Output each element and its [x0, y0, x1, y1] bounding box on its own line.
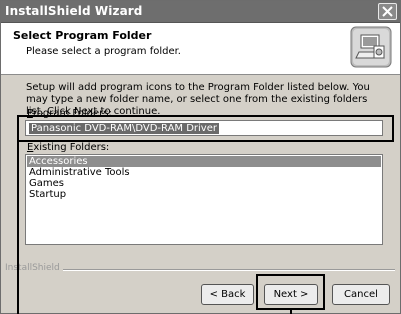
next-button-highlight-box	[256, 274, 325, 310]
cancel-button[interactable]: Cancel	[332, 284, 390, 305]
window-title: InstallShield Wizard	[5, 4, 143, 18]
close-button[interactable]	[378, 3, 397, 20]
list-item-accessories[interactable]: Accessories	[27, 156, 381, 167]
next-button-callout-line	[290, 309, 292, 314]
back-button[interactable]: < Back	[201, 284, 254, 305]
list-item-startup[interactable]: Startup	[27, 189, 381, 200]
installshield-brand: InstallShield	[5, 263, 63, 273]
wizard-header: Select Program Folder Please select a pr…	[1, 23, 400, 75]
footer-divider	[5, 269, 395, 271]
installshield-wizard-window: InstallShield Wizard Select Program Fold…	[0, 0, 401, 314]
close-icon	[382, 6, 393, 17]
installer-computer-icon	[350, 26, 392, 68]
page-subtitle: Please select a program folder.	[26, 46, 181, 57]
program-folder-callout-line	[17, 140, 19, 314]
existing-folders-list[interactable]: Accessories Administrative Tools Games S…	[25, 154, 383, 245]
existing-folders-label: Existing Folders:	[27, 142, 110, 153]
list-item-administrative-tools[interactable]: Administrative Tools	[27, 167, 381, 178]
program-folder-highlight-box	[17, 115, 394, 142]
title-bar[interactable]: InstallShield Wizard	[1, 1, 400, 23]
list-item-games[interactable]: Games	[27, 178, 381, 189]
page-title: Select Program Folder	[13, 29, 152, 42]
